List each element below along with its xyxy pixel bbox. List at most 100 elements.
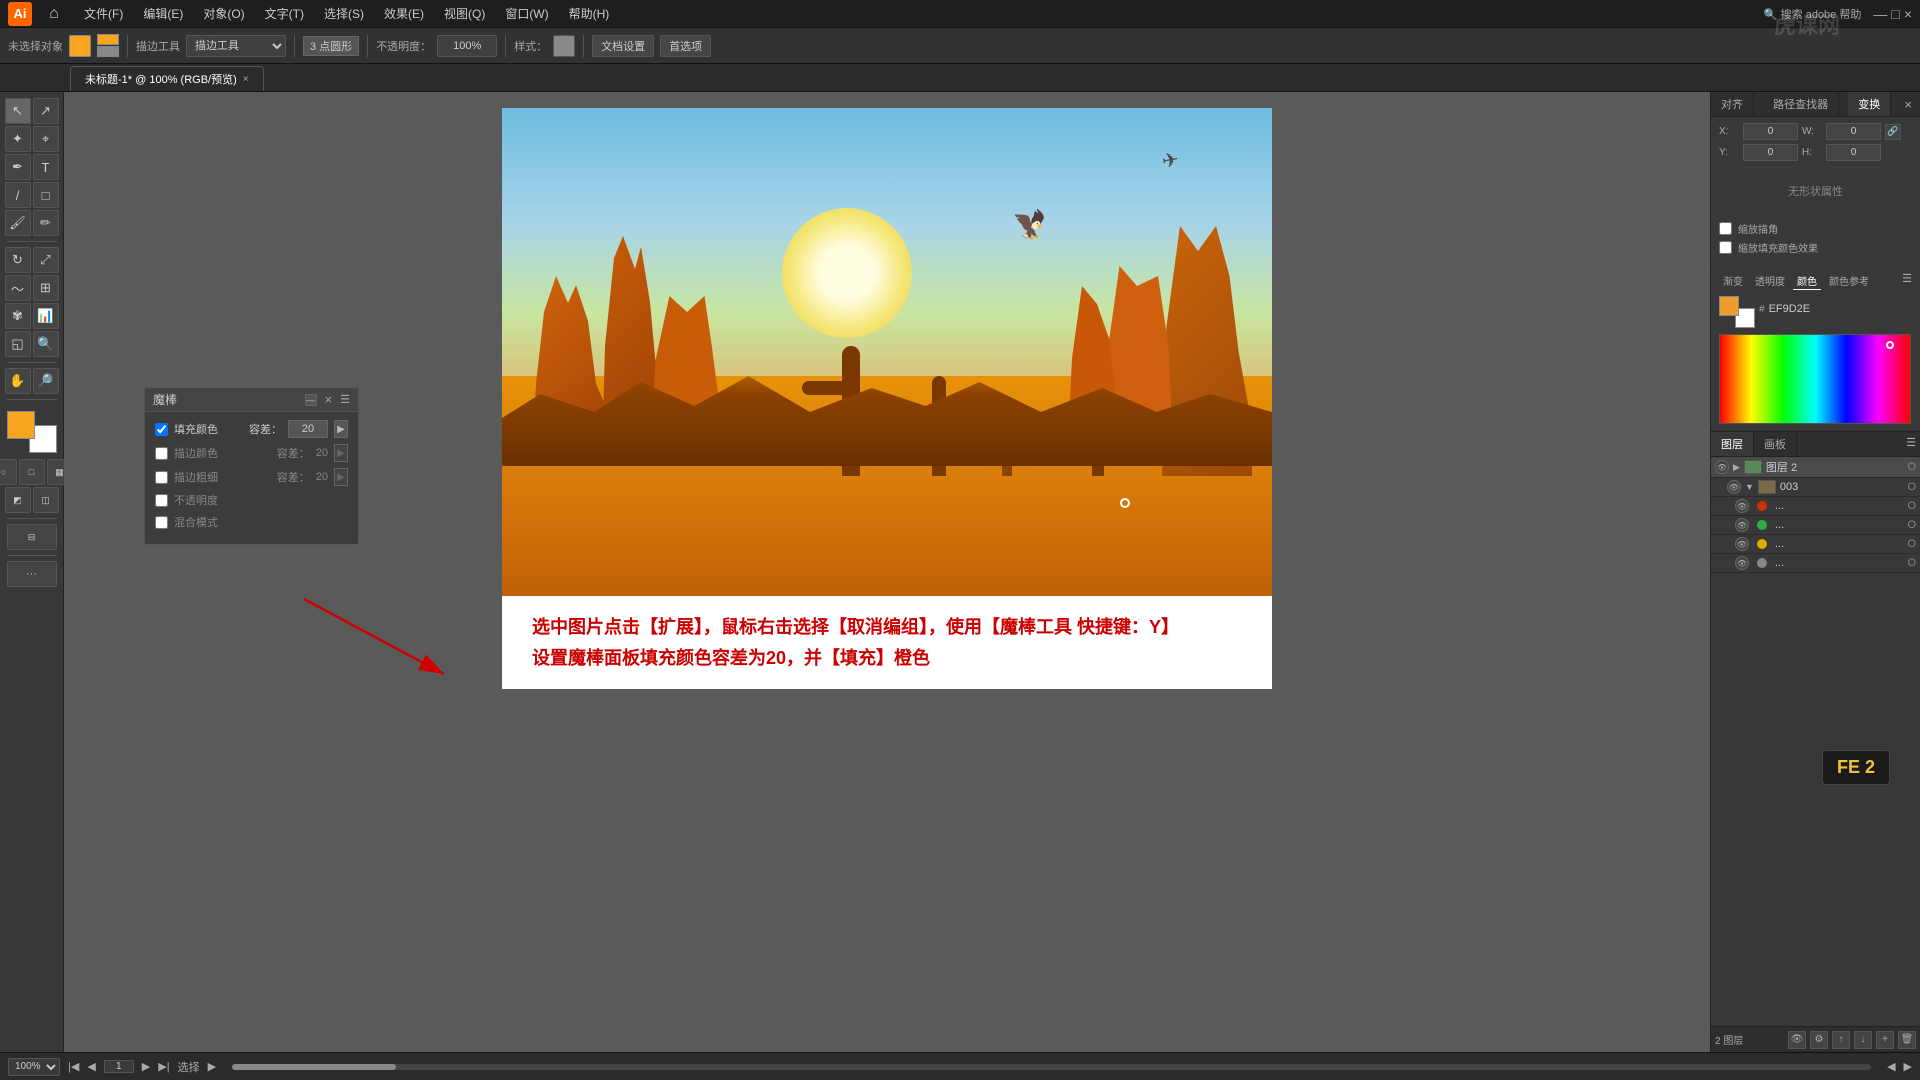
fill-color-swatch[interactable] bbox=[69, 35, 91, 57]
layers-panel-menu[interactable]: ☰ bbox=[1902, 432, 1920, 456]
layer-003-expand[interactable]: ▼ bbox=[1745, 482, 1754, 492]
menu-object[interactable]: 对象(O) bbox=[195, 3, 252, 24]
scroll-right[interactable]: ▶ bbox=[1904, 1060, 1912, 1073]
direct-selection-tool[interactable]: ↗ bbox=[33, 98, 59, 124]
fill-tolerance-arrow[interactable]: ▶ bbox=[334, 420, 348, 438]
nav-prev[interactable]: ◀ bbox=[87, 1060, 95, 1073]
page-input[interactable] bbox=[104, 1060, 134, 1073]
magic-wand-tool[interactable]: ✦ bbox=[5, 126, 31, 152]
normal-mode-btn[interactable]: ◩ bbox=[5, 487, 31, 513]
layer-2-expand[interactable]: ▶ bbox=[1733, 462, 1740, 473]
layers-tab[interactable]: 图层 bbox=[1711, 432, 1754, 456]
w-input[interactable] bbox=[1826, 123, 1881, 140]
nav-last[interactable]: ▶| bbox=[158, 1060, 169, 1073]
eyedropper-tool[interactable]: 🔍 bbox=[33, 331, 59, 357]
transparency-tab[interactable]: 透明度 bbox=[1751, 272, 1789, 290]
color-panel-menu[interactable]: ☰ bbox=[1902, 272, 1912, 290]
home-icon[interactable]: ⌂ bbox=[42, 2, 66, 26]
nav-next[interactable]: ▶ bbox=[142, 1060, 150, 1073]
nav-first[interactable]: |◀ bbox=[68, 1060, 79, 1073]
menu-view[interactable]: 视图(Q) bbox=[436, 3, 493, 24]
blend-mode-checkbox[interactable] bbox=[155, 516, 168, 529]
draw-behind-btn[interactable]: ◫ bbox=[33, 487, 59, 513]
selection-tool[interactable]: ↖ bbox=[5, 98, 31, 124]
menu-select[interactable]: 选择(S) bbox=[316, 3, 372, 24]
menu-text[interactable]: 文字(T) bbox=[257, 3, 312, 24]
stroke-width-checkbox[interactable] bbox=[155, 471, 168, 484]
pathfinder-tab[interactable]: 路径查找器 bbox=[1763, 92, 1839, 116]
zoom-select[interactable]: 100% bbox=[8, 1058, 60, 1076]
layer-visibility-btn[interactable]: 👁 bbox=[1788, 1031, 1806, 1049]
menu-window[interactable]: 窗口(W) bbox=[497, 3, 556, 24]
color-picker[interactable] bbox=[1719, 334, 1911, 424]
stroke-color-checkbox[interactable] bbox=[155, 447, 168, 460]
type-tool[interactable]: T bbox=[33, 154, 59, 180]
layer-settings-btn[interactable]: ⚙ bbox=[1810, 1031, 1828, 1049]
layer-2-visibility[interactable]: 👁 bbox=[1715, 460, 1729, 474]
rotate-tool[interactable]: ↻ bbox=[5, 247, 31, 273]
color-tab[interactable]: 颜色 bbox=[1793, 272, 1821, 290]
layer-green-visibility[interactable]: 👁 bbox=[1735, 518, 1749, 532]
scroll-left[interactable]: ◀ bbox=[1887, 1060, 1895, 1073]
pen-tool[interactable]: ✒ bbox=[5, 154, 31, 180]
layer-yellow-visibility[interactable]: 👁 bbox=[1735, 537, 1749, 551]
fill-none-btn[interactable]: ○ bbox=[0, 459, 17, 485]
free-transform-tool[interactable]: ⊞ bbox=[33, 275, 59, 301]
transform-tab[interactable]: 变换 bbox=[1848, 92, 1891, 116]
stroke-color-arrow[interactable]: ▶ bbox=[334, 444, 348, 462]
preferences-btn[interactable]: 首选项 bbox=[660, 35, 711, 57]
scale-tool[interactable]: ⤢ bbox=[33, 247, 59, 273]
opacity-input[interactable] bbox=[437, 35, 497, 57]
play-btn[interactable]: ▶ bbox=[208, 1060, 216, 1073]
hand-tool[interactable]: ✋ bbox=[5, 368, 31, 394]
maximize-btn[interactable]: □ bbox=[1891, 6, 1899, 22]
minimize-btn[interactable]: — bbox=[1873, 6, 1887, 22]
layer-red-row[interactable]: 👁 ... O bbox=[1711, 497, 1920, 516]
lock-proportions-icon[interactable]: 🔗 bbox=[1885, 124, 1901, 140]
document-tab[interactable]: 未标题-1* @ 100% (RGB/预览) × bbox=[70, 66, 264, 91]
layer-red-visibility[interactable]: 👁 bbox=[1735, 499, 1749, 513]
menu-edit[interactable]: 编辑(E) bbox=[135, 3, 191, 24]
column-chart-tool[interactable]: 📊 bbox=[33, 303, 59, 329]
foreground-swatch[interactable] bbox=[7, 411, 35, 439]
more-tools-btn[interactable]: ··· bbox=[7, 561, 57, 587]
artboard-tab[interactable]: 画板 bbox=[1754, 432, 1797, 456]
close-btn[interactable]: × bbox=[1904, 6, 1912, 22]
panel-close-btn[interactable]: × bbox=[321, 392, 337, 407]
brush-select[interactable]: 描边工具 bbox=[186, 35, 286, 57]
fill-tolerance-input[interactable] bbox=[288, 420, 328, 438]
layer-move-btn[interactable]: ↑ bbox=[1832, 1031, 1850, 1049]
gradient-tool[interactable]: ◱ bbox=[5, 331, 31, 357]
line-tool[interactable]: / bbox=[5, 182, 31, 208]
tab-close-icon[interactable]: × bbox=[243, 74, 249, 85]
panel-minimize-btn[interactable]: — bbox=[305, 394, 317, 406]
stroke-width-arrow[interactable]: ▶ bbox=[334, 468, 348, 486]
layer-2-row[interactable]: 👁 ▶ 图层 2 O bbox=[1711, 457, 1920, 478]
warp-tool[interactable]: 〜 bbox=[5, 275, 31, 301]
doc-settings-btn[interactable]: 文档设置 bbox=[592, 35, 654, 57]
lasso-tool[interactable]: ⌖ bbox=[33, 126, 59, 152]
layer-green-row[interactable]: 👁 ... O bbox=[1711, 516, 1920, 535]
delete-layer-btn[interactable]: 🗑 bbox=[1898, 1031, 1916, 1049]
color-guide-tab[interactable]: 颜色参考 bbox=[1825, 272, 1873, 290]
symbol-tool[interactable]: ✾ bbox=[5, 303, 31, 329]
x-input[interactable] bbox=[1743, 123, 1798, 140]
right-panel-close[interactable]: × bbox=[1900, 97, 1916, 112]
zoom-tool[interactable]: 🔎 bbox=[33, 368, 59, 394]
style-swatch[interactable] bbox=[553, 35, 575, 57]
stroke-btn[interactable]: □ bbox=[19, 459, 45, 485]
panel-menu-btn[interactable]: ☰ bbox=[340, 393, 350, 406]
layer-gray-row[interactable]: 👁 ... O bbox=[1711, 554, 1920, 573]
layer-yellow-row[interactable]: 👁 ... O bbox=[1711, 535, 1920, 554]
pencil-tool[interactable]: ✏ bbox=[33, 210, 59, 236]
layer-003-visibility[interactable]: 👁 bbox=[1727, 480, 1741, 494]
fill-color-checkbox[interactable] bbox=[155, 423, 168, 436]
artboard-tool[interactable]: ⊟ bbox=[7, 524, 57, 550]
layer-gray-visibility[interactable]: 👁 bbox=[1735, 556, 1749, 570]
new-layer-btn[interactable]: + bbox=[1876, 1031, 1894, 1049]
menu-effect[interactable]: 效果(E) bbox=[376, 3, 432, 24]
layer-move-down-btn[interactable]: ↓ bbox=[1854, 1031, 1872, 1049]
menu-help[interactable]: 帮助(H) bbox=[561, 3, 618, 24]
layer-003-row[interactable]: 👁 ▼ 003 O bbox=[1711, 478, 1920, 497]
rect-tool[interactable]: □ bbox=[33, 182, 59, 208]
